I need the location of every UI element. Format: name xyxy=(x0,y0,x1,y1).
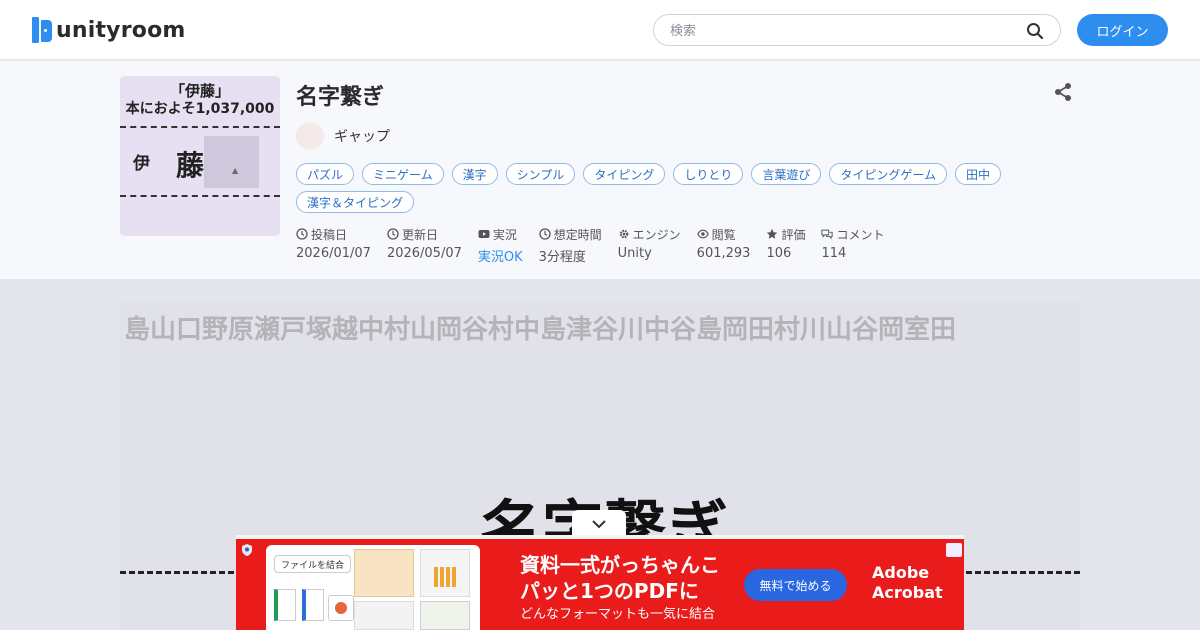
adobe-acrobat-logo: Acrobat xyxy=(872,583,943,602)
clock-icon xyxy=(296,228,308,240)
tag[interactable]: しりとり xyxy=(673,163,744,185)
thumbnail-divider xyxy=(120,195,280,197)
ad-top-strip xyxy=(236,535,964,539)
game-meta: 投稿日 2026/01/07 更新日 2026/05/07 実況 実況OK 想定… xyxy=(296,226,900,266)
tag[interactable]: ミニゲーム xyxy=(362,163,444,185)
logo-text: unityroom xyxy=(56,17,186,43)
merge-files-chip: ファイルを結合 xyxy=(274,555,352,573)
ad-banner[interactable]: ファイルを結合 資料一式がっちゃんこ パッと1つのPDFに どんなフォーマットも… xyxy=(236,535,964,630)
presentation-file-icon xyxy=(328,595,354,621)
document-thumbnail xyxy=(420,601,470,630)
search-box[interactable] xyxy=(653,14,1061,46)
meta-label-text: 投稿日 xyxy=(311,227,348,242)
meta-label-text: 想定時間 xyxy=(553,227,602,242)
shield-icon xyxy=(242,544,252,556)
cursor-icon: ▲ xyxy=(232,166,239,175)
ad-headline: 資料一式がっちゃんこ xyxy=(520,553,720,577)
avatar xyxy=(296,122,324,150)
comment-icon xyxy=(821,229,834,240)
meta-rating: 評価 106 xyxy=(766,226,805,264)
meta-value: 106 xyxy=(766,246,792,261)
meta-streaming: 実況 実況OK xyxy=(478,226,523,266)
thumbnail-divider xyxy=(120,126,280,128)
tag[interactable]: タイピングゲーム xyxy=(829,163,948,185)
meta-posted: 投稿日 2026/01/07 xyxy=(296,226,371,264)
meta-comments: コメント 114 xyxy=(821,226,884,264)
tag[interactable]: シンプル xyxy=(505,163,576,185)
tag[interactable]: タイピング xyxy=(583,163,666,185)
gear-icon xyxy=(619,229,628,239)
meta-value: 3分程度 xyxy=(538,250,586,265)
tag[interactable]: 漢字 xyxy=(451,163,498,185)
share-icon[interactable] xyxy=(1052,81,1074,103)
meta-engine: エンジン Unity xyxy=(618,226,681,264)
meta-label-text: 更新日 xyxy=(401,227,438,242)
spreadsheet-file-icon xyxy=(274,589,296,621)
search-input[interactable] xyxy=(670,21,1010,41)
tag[interactable]: 言葉遊び xyxy=(751,163,822,185)
tag[interactable]: 漢字＆タイピング xyxy=(296,191,415,213)
login-button[interactable]: ログイン xyxy=(1077,14,1168,46)
meta-value: Unity xyxy=(617,246,652,261)
author-name: ギャップ xyxy=(334,129,390,145)
meta-label-text: エンジン xyxy=(632,227,681,242)
ad-product-mockup: ファイルを結合 xyxy=(266,545,480,630)
game-info-panel: 「伊藤」 本におよそ1,037,000 伊 藤 ▲ 名字繋ぎ ギャップ パズル … xyxy=(0,61,1200,279)
game-title: 名字繋ぎ xyxy=(296,85,385,110)
eye-icon xyxy=(696,229,709,239)
ad-headline: パッと1つのPDFに xyxy=(520,579,699,603)
unityroom-logo[interactable]: unityroom xyxy=(32,15,186,45)
meta-updated: 更新日 2026/05/07 xyxy=(387,226,462,264)
thumbnail-kanji-left: 伊 xyxy=(133,154,150,174)
thumbnail-highlight xyxy=(204,136,259,188)
meta-value: 601,293 xyxy=(696,246,751,261)
document-file-icon xyxy=(302,589,324,621)
ad-info-icon[interactable] xyxy=(946,543,962,557)
logo-mark-icon xyxy=(32,16,52,44)
tag-list: パズル ミニゲーム 漢字 シンプル タイピング しりとり 言葉遊び タイピングゲ… xyxy=(296,163,1076,213)
meta-views: 閲覧 601,293 xyxy=(697,226,751,264)
document-thumbnail xyxy=(354,601,414,630)
clock-icon xyxy=(538,228,551,240)
chevron-down-icon xyxy=(592,520,606,529)
ad-collapse-button[interactable] xyxy=(572,510,626,538)
meta-playtime: 想定時間 3分程度 xyxy=(538,226,602,266)
youtube-icon xyxy=(478,230,490,238)
ad-cta-button[interactable]: 無料で始める xyxy=(744,569,847,601)
ad-subtext: どんなフォーマットも一気に結合 xyxy=(520,607,716,622)
meta-value: 2026/05/07 xyxy=(386,246,462,261)
tag[interactable]: 田中 xyxy=(955,163,1002,185)
site-header: unityroom ログイン xyxy=(0,0,1200,60)
tag[interactable]: パズル xyxy=(296,163,355,185)
bar-chart-icon xyxy=(434,567,456,587)
kanji-row: 島山口野原瀬戸塚越中村山岡谷村中島津谷川中谷島岡田村川山谷岡室田 xyxy=(124,315,957,345)
meta-value: 114 xyxy=(821,246,847,261)
clock-icon xyxy=(387,228,399,240)
streaming-ok-link[interactable]: 実況OK xyxy=(478,246,523,265)
meta-label-text: コメント xyxy=(836,227,885,242)
game-thumbnail[interactable]: 「伊藤」 本におよそ1,037,000 伊 藤 ▲ xyxy=(120,76,280,236)
meta-label-text: 実況 xyxy=(492,227,517,242)
adobe-acrobat-logo: Adobe xyxy=(872,563,930,582)
star-icon xyxy=(767,228,778,239)
search-icon[interactable] xyxy=(1026,22,1044,40)
thumbnail-line2: 本におよそ1,037,000 xyxy=(125,101,275,117)
document-thumbnail xyxy=(354,549,414,597)
author[interactable]: ギャップ xyxy=(296,122,390,150)
thumbnail-kanji-right: 藤 xyxy=(176,149,205,182)
meta-label-text: 閲覧 xyxy=(711,227,736,242)
meta-value: 2026/01/07 xyxy=(296,246,371,261)
meta-label-text: 評価 xyxy=(781,227,806,242)
